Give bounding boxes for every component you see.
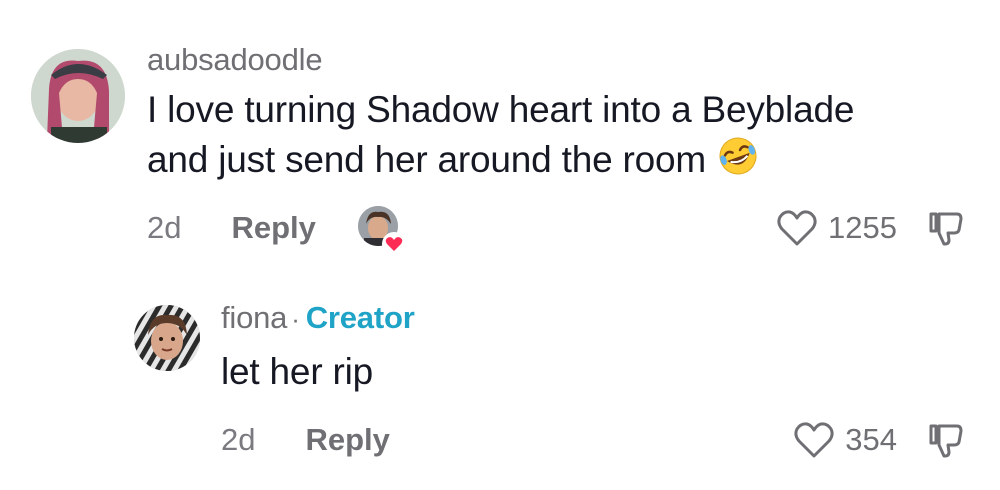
comment-date: 2d	[221, 422, 256, 457]
comment-meta: 2d Reply	[221, 418, 390, 462]
creator-liked-indicator	[357, 206, 406, 256]
comment-actions: 354	[793, 418, 965, 462]
comment-username[interactable]: fiona	[221, 300, 287, 336]
comment-username-row: fiona · Creator	[221, 300, 415, 336]
heart-icon	[381, 228, 406, 256]
reply-comment: fiona · Creator let her rip 2d Reply 354	[0, 270, 1000, 490]
comment-actions: 1255	[776, 206, 965, 250]
reply-button[interactable]: Reply	[231, 210, 315, 246]
reply-button[interactable]: Reply	[305, 422, 389, 458]
thumbs-down-icon[interactable]	[927, 209, 965, 247]
comment-meta: 2d Reply	[147, 206, 406, 256]
avatar[interactable]	[31, 49, 125, 143]
rolling-on-floor-laughing-emoji	[716, 134, 760, 190]
comment-username[interactable]: aubsadoodle	[147, 42, 323, 78]
comment: aubsadoodle I love turning Shadow heart …	[0, 0, 1000, 270]
thumbs-down-icon[interactable]	[927, 421, 965, 459]
like-count: 354	[845, 422, 897, 457]
separator-dot: ·	[291, 304, 300, 334]
comment-date: 2d	[147, 210, 182, 245]
comment-text: I love turning Shadow heart into a Beybl…	[147, 86, 967, 190]
creator-badge: Creator	[305, 300, 415, 335]
like-count: 1255	[828, 210, 897, 245]
comment-text-line-2: and just send her around the room	[147, 134, 967, 190]
comment-text-line: and just send her around the room	[147, 139, 707, 180]
comment-text: let her rip	[221, 351, 374, 392]
heart-icon[interactable]	[776, 208, 818, 248]
avatar[interactable]	[134, 305, 200, 371]
comment-text-line: I love turning Shadow heart into a Beybl…	[147, 89, 855, 130]
heart-icon[interactable]	[793, 420, 835, 460]
